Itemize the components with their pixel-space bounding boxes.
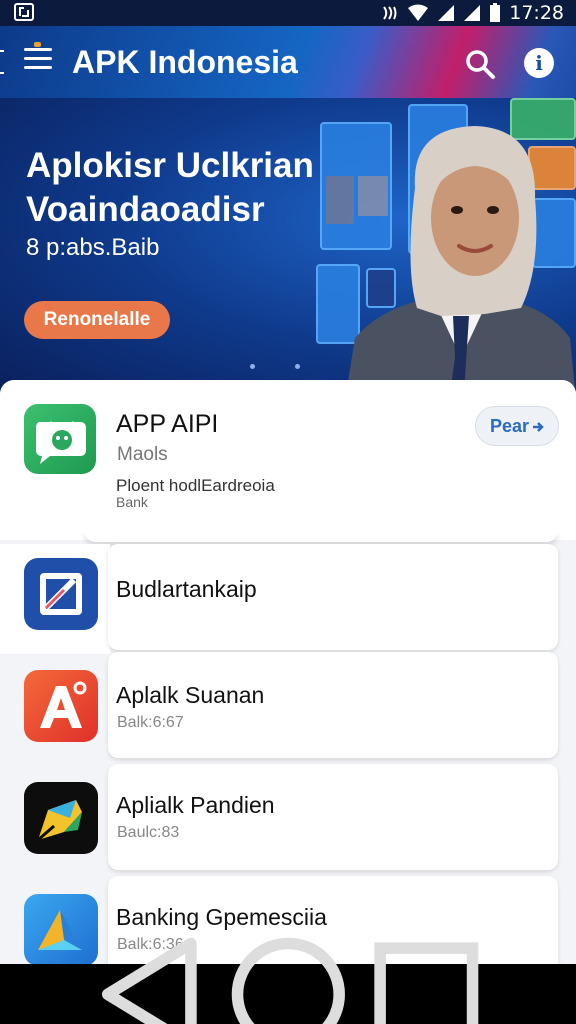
card-stack-edge (84, 530, 558, 542)
search-icon[interactable] (464, 48, 496, 80)
banner-headline: Aplokisr Uclkrian Voaindaoadisr (26, 144, 314, 232)
edit-square-icon (24, 558, 98, 630)
featured-app-description: Ploent hodlEardreoia (116, 476, 275, 495)
arrow-right-icon (533, 422, 544, 433)
banner-subtitle: 8 p:abs.Baib (26, 234, 160, 261)
info-icon[interactable]: i (524, 48, 554, 78)
nfc-icon (383, 6, 397, 20)
colorful-feather-icon (24, 782, 98, 854)
carousel-indicator (250, 364, 300, 369)
app-meta: Baulc:83 (117, 824, 180, 841)
menu-icon[interactable] (24, 42, 52, 74)
letter-a-icon (24, 670, 98, 742)
app-name: Aplialk Pandien (116, 792, 275, 818)
app-notification-icon (14, 3, 34, 21)
home-icon[interactable] (219, 925, 358, 1024)
banner-headline-line2: Voaindaoadisr (26, 190, 265, 229)
back-icon[interactable] (80, 925, 219, 1024)
list-item[interactable]: Aplalk Suanan Balk:6:67 (0, 652, 576, 762)
status-time: 17:28 (509, 2, 564, 24)
battery-icon (490, 3, 501, 22)
wifi-icon (408, 4, 429, 21)
featured-app-note: Bank (116, 494, 148, 510)
featured-app-subtitle: Maols (117, 444, 168, 465)
list-item[interactable]: Aplialk Pandien Baulc:83 (0, 764, 576, 874)
featured-app-title: APP AIPI (116, 410, 219, 438)
banner-headline-line1: Aplokisr Uclkrian (26, 146, 314, 185)
promo-banner[interactable]: Aplokisr Uclkrian Voaindaoadisr 8 p:abs.… (0, 98, 576, 398)
app-meta: Balk:6:67 (117, 714, 184, 731)
signal-icon-2 (464, 5, 481, 21)
signal-icon (438, 5, 455, 21)
recents-icon[interactable] (357, 925, 496, 1024)
banner-person-image (345, 126, 576, 398)
banner-cta-button[interactable]: Renonelalle (24, 301, 170, 339)
app-title: APK Indonesia (72, 44, 298, 80)
app-list-sheet: APP AIPI Maols Ploent hodlEardreoia Bank… (0, 380, 576, 966)
system-navigation-bar (0, 937, 576, 1024)
app-bar: APK Indonesia i (0, 26, 576, 98)
drawer-edge-indicator (0, 50, 4, 74)
list-item[interactable]: Budlartankaip (0, 544, 576, 654)
status-bar: 17:28 (0, 0, 576, 26)
featured-app-card[interactable]: APP AIPI Maols Ploent hodlEardreoia Bank… (0, 380, 576, 542)
app-name: Aplalk Suanan (116, 682, 265, 708)
featured-open-button[interactable]: Pear (475, 406, 559, 446)
android-chat-icon (24, 404, 96, 474)
app-name: Budlartankaip (116, 576, 257, 602)
featured-open-label: Pear (489, 416, 530, 436)
